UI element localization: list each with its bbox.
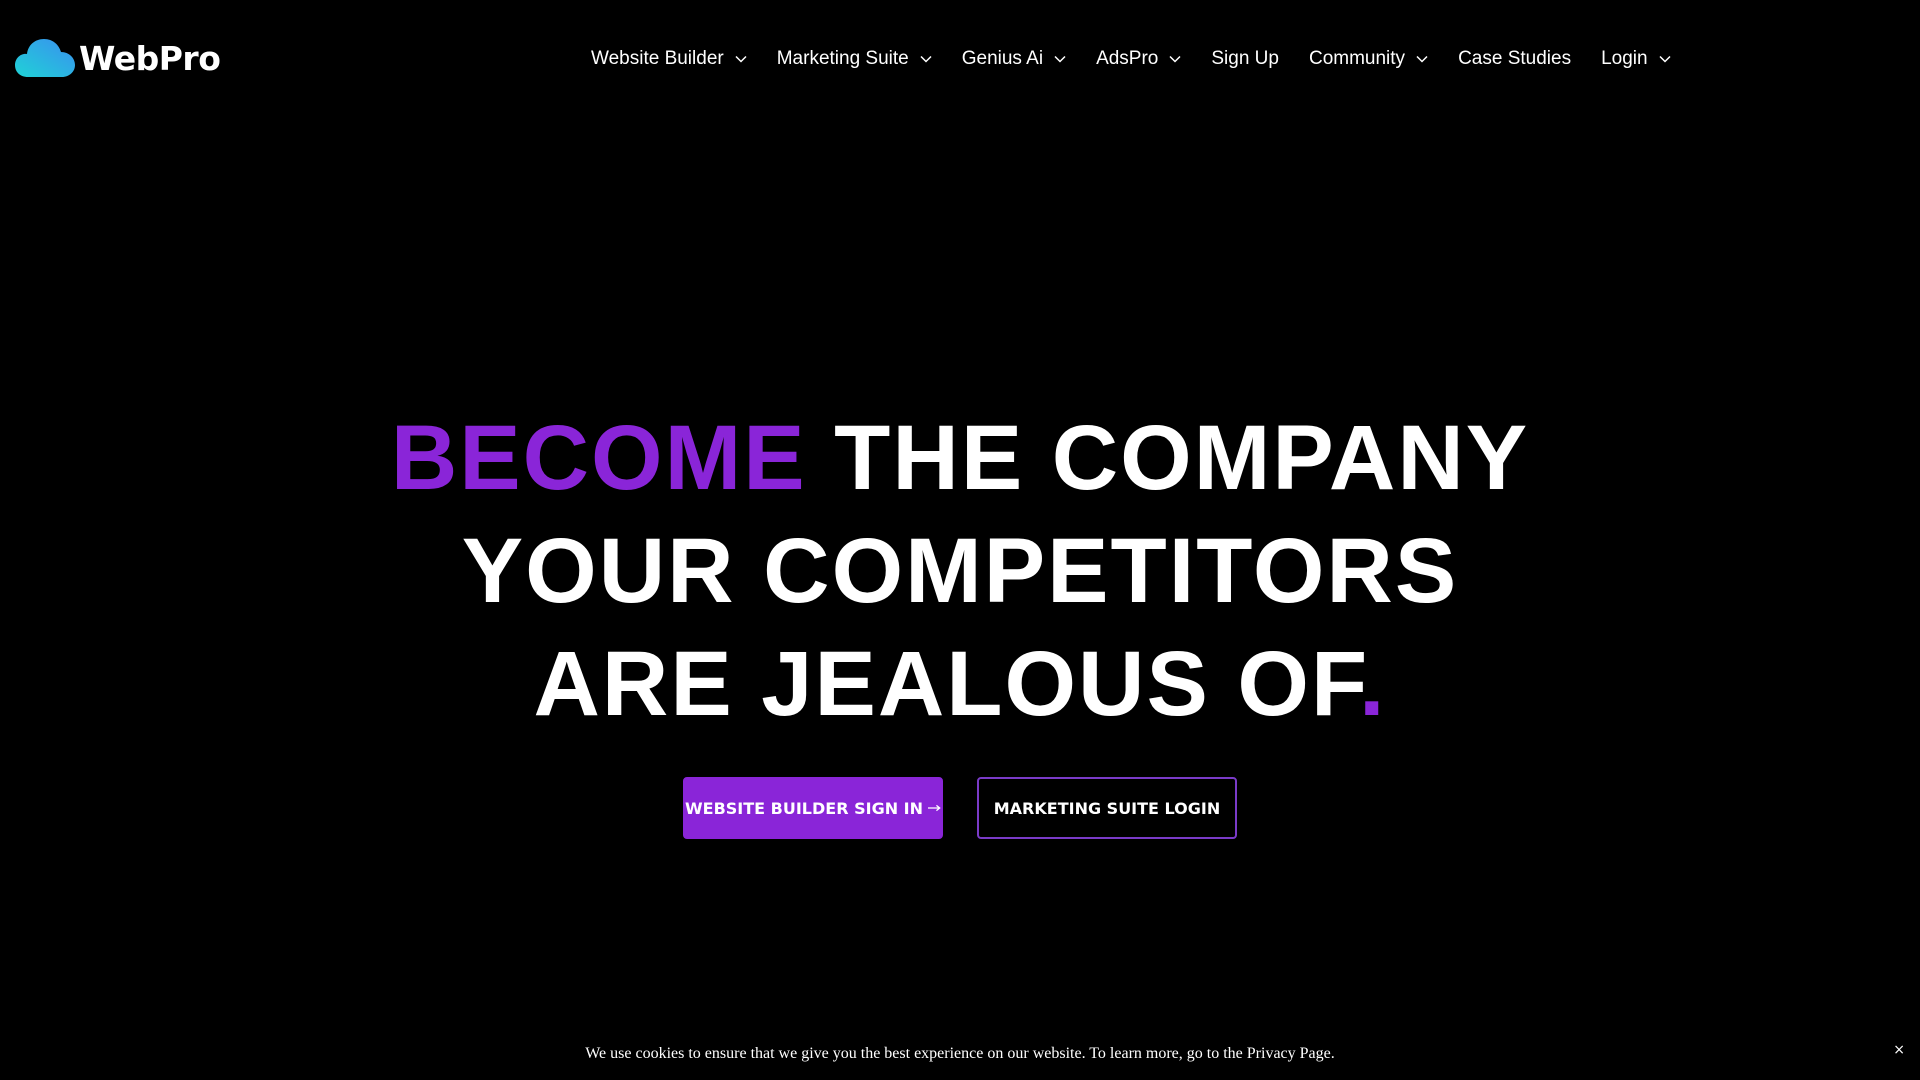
button-label: MARKETING SUITE LOGIN [993, 798, 1221, 818]
marketing-suite-login-button[interactable]: MARKETING SUITE LOGIN [977, 777, 1237, 839]
hero-accent-period: . [1358, 633, 1387, 735]
nav-item-label: Case Studies [1458, 48, 1572, 69]
cookie-text: We use cookies to ensure that we give yo… [585, 1045, 1335, 1062]
page: WebPro Website Builder Marketing Suite G… [0, 0, 1920, 1080]
nav-item-website-builder[interactable]: Website Builder [591, 44, 747, 74]
nav-item-adspro[interactable]: AdsPro [1096, 44, 1181, 74]
nav-item-label: AdsPro [1096, 48, 1159, 69]
hero-headline-text: THE COMPANY [806, 407, 1530, 509]
chevron-down-icon [1416, 55, 1428, 63]
nav-item-genius-ai[interactable]: Genius Ai [962, 44, 1066, 74]
chevron-down-icon [735, 55, 747, 63]
hero-headline-line-2: YOUR COMPETITORS [461, 520, 1459, 622]
cta-row: WEBSITE BUILDER SIGN IN MARKETING SUITE … [683, 777, 1237, 839]
hero-headline-line-1: BECOME THE COMPANY [0, 402, 1920, 515]
nav-item-label: Marketing Suite [776, 48, 909, 69]
chevron-down-icon [1054, 55, 1066, 63]
logo-text: WebPro [79, 38, 221, 78]
chevron-down-icon [1169, 55, 1181, 63]
chevron-down-icon [1659, 55, 1671, 63]
main-nav: Website Builder Marketing Suite Genius A… [591, 44, 1671, 74]
chevron-down-icon [920, 55, 932, 63]
nav-item-label: Login [1601, 48, 1648, 69]
nav-item-login[interactable]: Login [1601, 44, 1671, 74]
nav-item-label: Website Builder [591, 48, 724, 69]
hero: BECOME THE COMPANY YOUR COMPETITORS ARE … [0, 402, 1920, 741]
nav-item-label: Genius Ai [961, 48, 1044, 69]
hero-accent-word: BECOME [390, 407, 807, 509]
nav-item-label: Community [1308, 48, 1406, 69]
hero-headline-line-3: ARE JEALOUS OF. [0, 628, 1920, 741]
nav-item-case-studies[interactable]: Case Studies [1458, 44, 1571, 74]
nav-item-label: Sign Up [1211, 48, 1279, 69]
hero-headline-text: ARE JEALOUS OF [533, 633, 1359, 735]
close-icon[interactable]: × [1893, 1040, 1905, 1060]
nav-item-marketing-suite[interactable]: Marketing Suite [777, 44, 932, 74]
cookie-banner: We use cookies to ensure that we give yo… [0, 1040, 1920, 1068]
arrow-right-icon [928, 804, 941, 812]
cloud-icon [15, 39, 75, 77]
nav-item-sign-up[interactable]: Sign Up [1211, 44, 1279, 74]
website-builder-sign-in-button[interactable]: WEBSITE BUILDER SIGN IN [683, 777, 943, 839]
nav-item-community[interactable]: Community [1309, 44, 1428, 74]
site-header: WebPro Website Builder Marketing Suite G… [0, 0, 1920, 118]
logo-link[interactable]: WebPro [14, 34, 221, 82]
button-label: WEBSITE BUILDER SIGN IN [685, 798, 924, 818]
